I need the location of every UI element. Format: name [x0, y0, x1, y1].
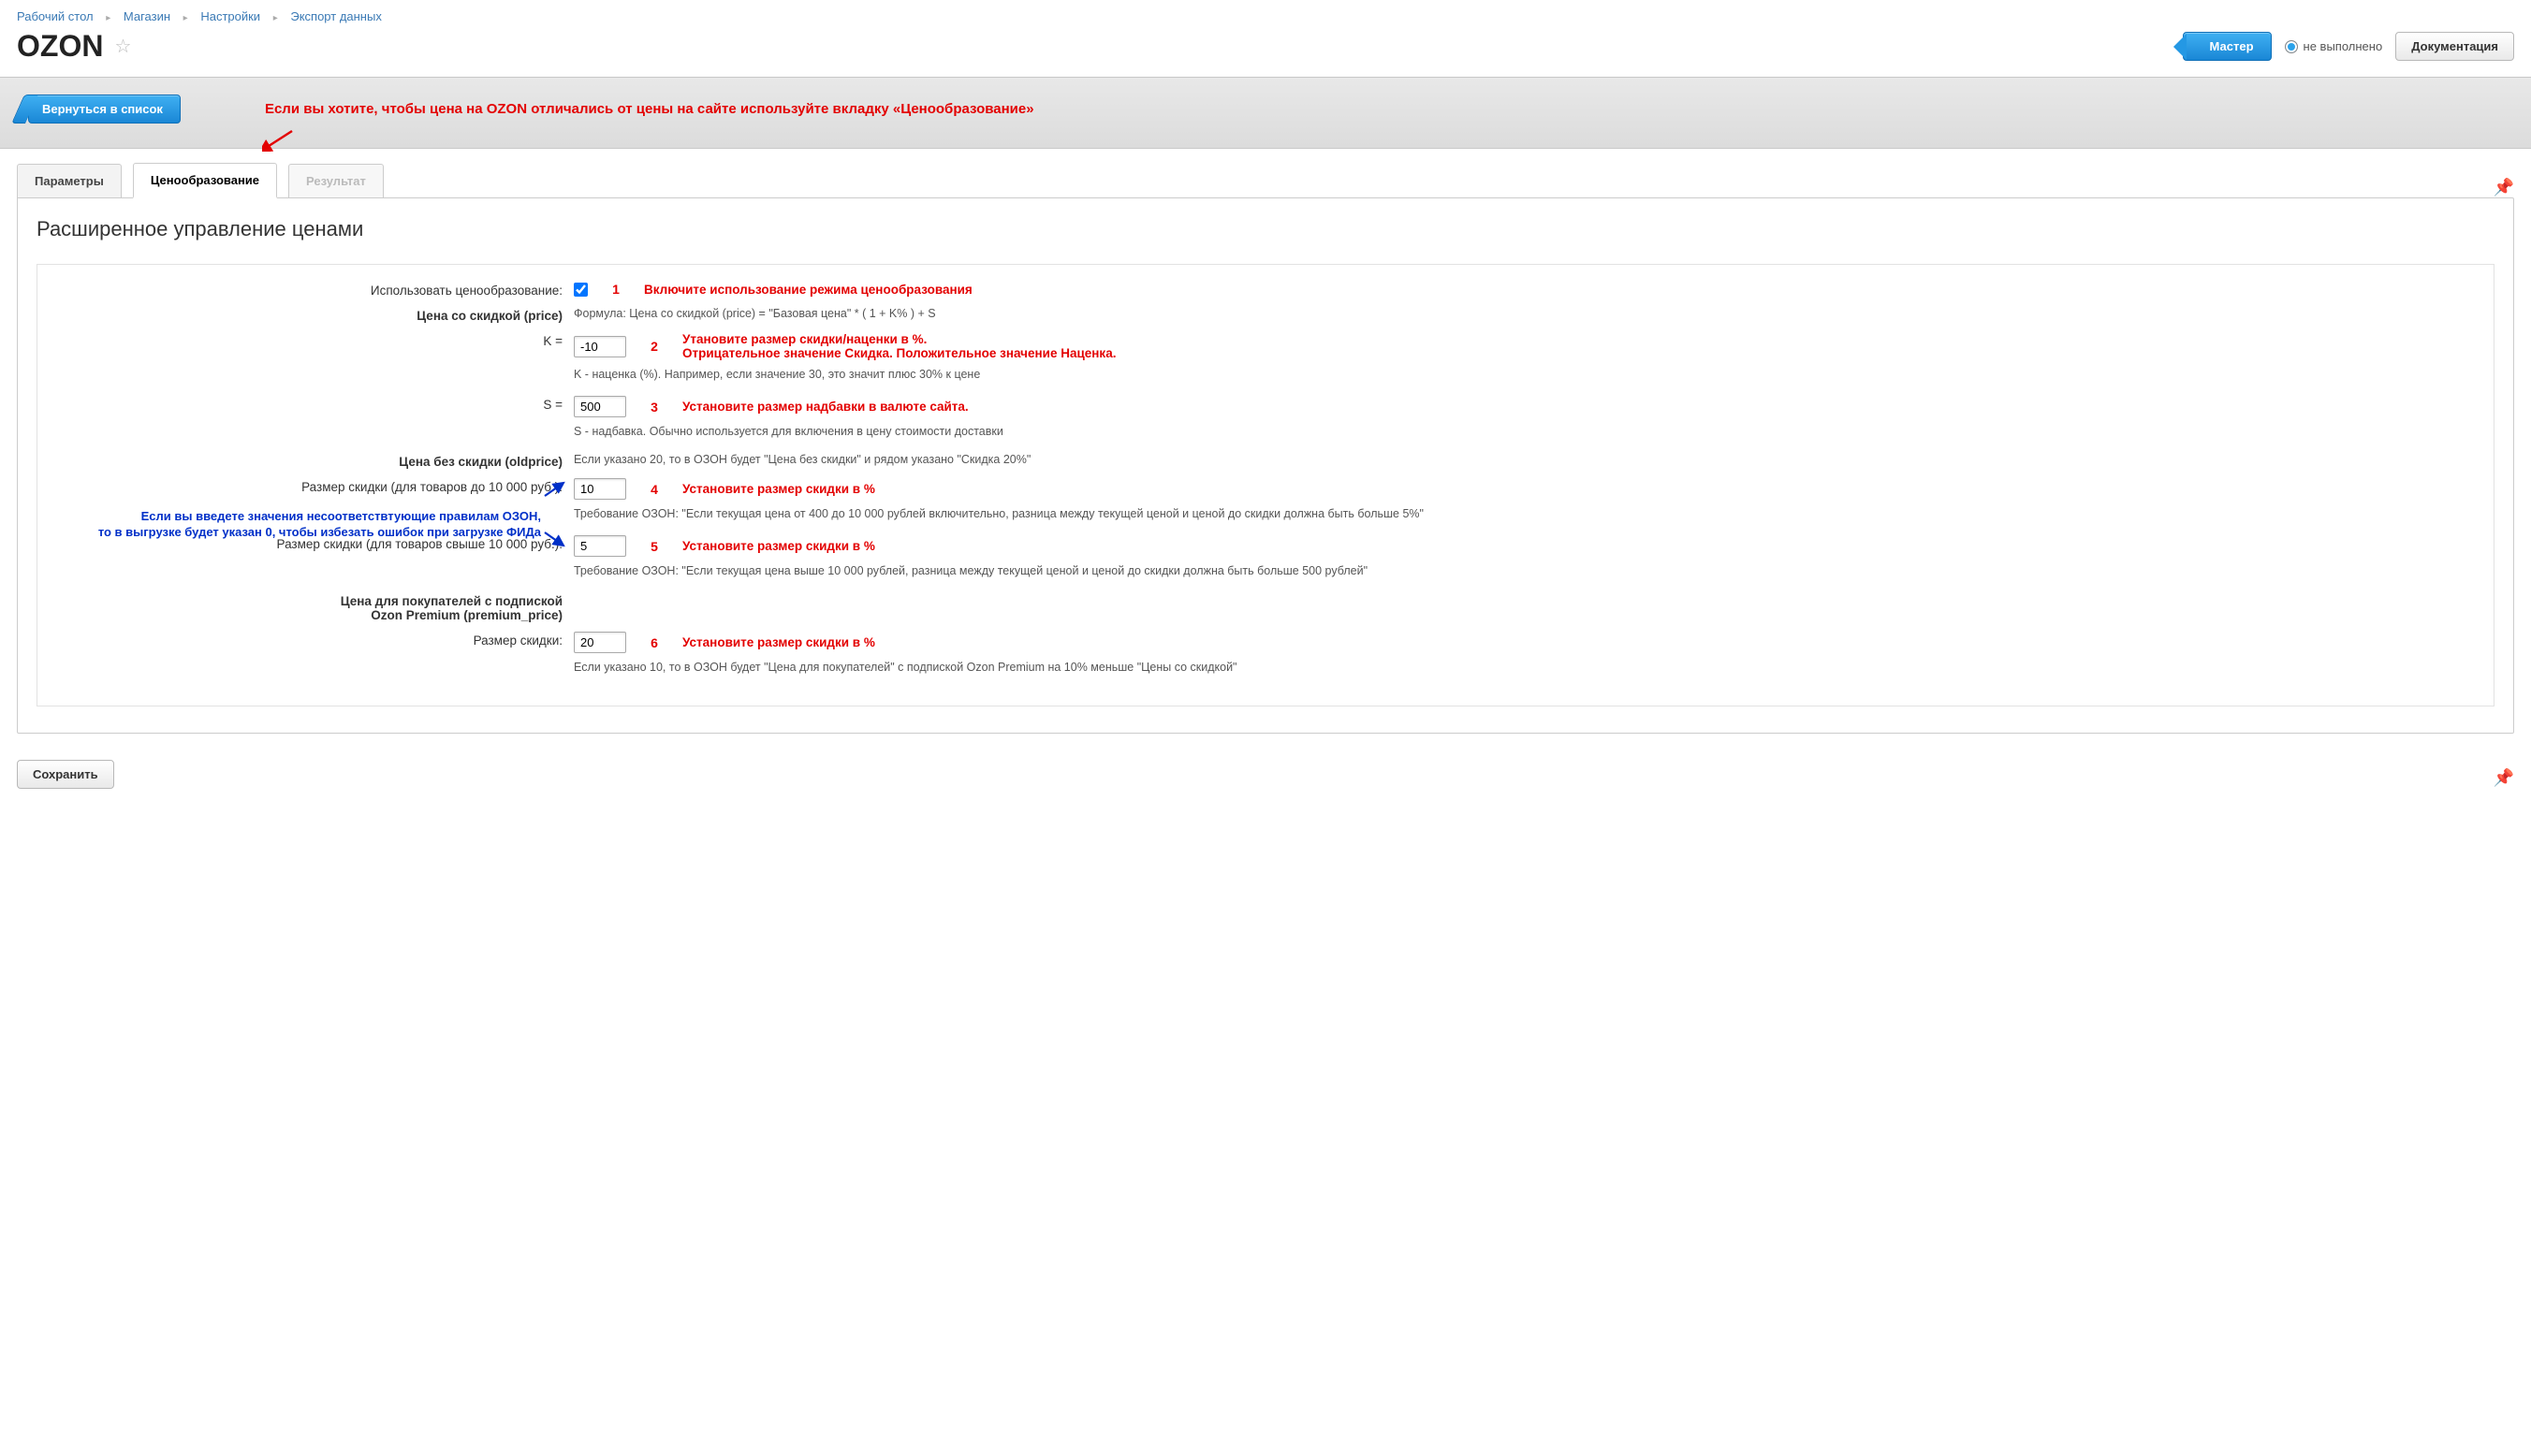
discount2-input[interactable] — [574, 535, 626, 557]
chevron-right-icon: ▸ — [106, 13, 110, 23]
banner-text: Если вы хотите, чтобы цена на OZON отлич… — [265, 101, 1034, 117]
discount1-help: Требование ОЗОН: "Если текущая цена от 4… — [574, 507, 2477, 526]
arrow-icon — [262, 129, 294, 152]
chevron-right-icon: ▸ — [273, 13, 278, 23]
arrow-icon — [543, 479, 567, 500]
annotation-num: 3 — [643, 400, 666, 415]
blue-warning-note: Если вы введете значения несоответствтую… — [64, 508, 541, 541]
annotation-text: Утановите размер скидки/наценки в %.Отри… — [682, 332, 1116, 360]
discount3-label: Размер скидки: — [54, 630, 574, 648]
tab-params[interactable]: Параметры — [17, 164, 122, 197]
annotation-text: Установите размер скидки в % — [682, 539, 875, 553]
breadcrumb-item[interactable]: Магазин — [124, 9, 170, 23]
use-pricing-label: Использовать ценообразование: — [54, 280, 574, 298]
pin-icon[interactable]: 📌 — [2494, 761, 2514, 788]
save-button[interactable]: Сохранить — [17, 760, 114, 789]
oldprice-help: Если указано 20, то в ОЗОН будет "Цена б… — [574, 453, 1031, 466]
tab-result: Результат — [288, 164, 384, 197]
footer: Сохранить 📌 — [0, 750, 2531, 813]
master-button[interactable]: Мастер — [2183, 32, 2272, 61]
status-text: не выполнено — [2304, 39, 2383, 53]
discount3-input[interactable] — [574, 632, 626, 653]
k-help: K - наценка (%). Например, если значение… — [574, 368, 2477, 386]
pin-icon[interactable]: 📌 — [2494, 170, 2514, 197]
tab-pricing[interactable]: Ценообразование — [133, 163, 277, 198]
k-label: K = — [54, 330, 574, 348]
banner-box: Вернуться в список Если вы хотите, чтобы… — [0, 77, 2531, 149]
s-label: S = — [54, 394, 574, 412]
annotation-text: Установите размер надбавки в валюте сайт… — [682, 400, 969, 414]
annotation-num: 6 — [643, 635, 666, 650]
status-dot-icon — [2285, 40, 2298, 53]
annotation-text: Установите размер скидки в % — [682, 482, 875, 496]
s-input[interactable] — [574, 396, 626, 417]
documentation-button[interactable]: Документация — [2395, 32, 2514, 61]
discount3-help: Если указано 10, то в ОЗОН будет "Цена д… — [574, 661, 2477, 679]
k-input[interactable] — [574, 336, 626, 357]
oldprice-section-label: Цена без скидки (oldprice) — [54, 451, 574, 469]
annotation-num: 5 — [643, 539, 666, 554]
breadcrumb-item[interactable]: Настройки — [200, 9, 260, 23]
price-section-label: Цена со скидкой (price) — [54, 305, 574, 323]
tabs: Параметры Ценообразование Результат 📌 — [0, 162, 2531, 197]
chevron-right-icon: ▸ — [183, 13, 188, 23]
premium-section-label: Цена для покупателей с подпискойOzon Pre… — [54, 590, 574, 622]
breadcrumb-item[interactable]: Экспорт данных — [290, 9, 381, 23]
panel-title: Расширенное управление ценами — [37, 217, 2494, 241]
back-to-list-button[interactable]: Вернуться в список — [28, 95, 181, 124]
form-box: Использовать ценообразование: 1 Включите… — [37, 264, 2494, 706]
panel: Расширенное управление ценами Использова… — [17, 197, 2514, 734]
discount1-input[interactable] — [574, 478, 626, 500]
discount2-help: Требование ОЗОН: "Если текущая цена выше… — [574, 564, 2477, 583]
arrow-icon — [543, 529, 567, 549]
star-icon[interactable]: ☆ — [114, 35, 131, 58]
breadcrumb: Рабочий стол ▸ Магазин ▸ Настройки ▸ Экс… — [0, 0, 2531, 29]
status-indicator: не выполнено — [2285, 39, 2383, 53]
title-row: OZON ☆ Мастер не выполнено Документация — [0, 29, 2531, 77]
formula-text: Формула: Цена со скидкой (price) = "Базо… — [574, 307, 936, 320]
annotation-num: 2 — [643, 339, 666, 354]
page-title: OZON — [17, 29, 103, 64]
discount1-label: Размер скидки (для товаров до 10 000 руб… — [54, 476, 574, 494]
use-pricing-checkbox[interactable] — [574, 283, 588, 297]
annotation-num: 4 — [643, 482, 666, 497]
annotation-text: Включите использование режима ценообразо… — [644, 283, 973, 297]
s-help: S - надбавка. Обычно используется для вк… — [574, 425, 2477, 444]
annotation-num: 1 — [605, 282, 627, 297]
annotation-text: Установите размер скидки в % — [682, 635, 875, 649]
breadcrumb-item[interactable]: Рабочий стол — [17, 9, 94, 23]
